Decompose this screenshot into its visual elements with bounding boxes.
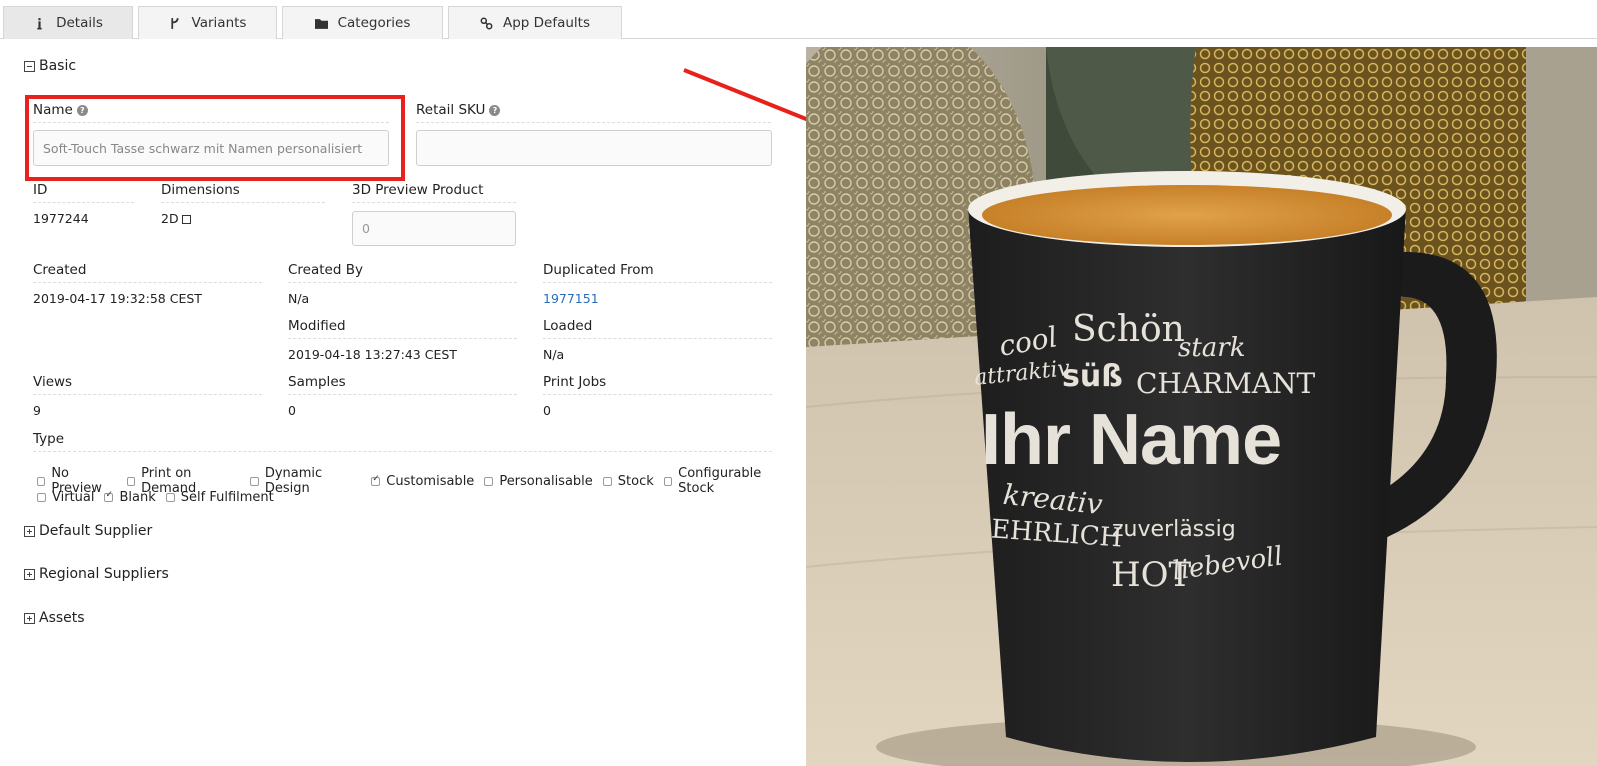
mug-print: cool Schön stark attraktiv süß CHARMANT … [806,47,1597,766]
mug-word: CHARMANT [1136,367,1316,400]
mug-word: Schön [1072,309,1185,350]
mug-word: cool [996,320,1060,363]
mug-word: kreativ [1001,477,1105,522]
product-image: cool Schön stark attraktiv süß CHARMANT … [806,47,1597,766]
mug-word: stark [1178,333,1246,363]
mug-word: zuverlässig [1112,517,1236,542]
mug-word: attraktiv [972,356,1072,391]
mug-word: Ihr Name [981,400,1282,480]
mug-word: liebevoll [1170,541,1285,587]
mug-word: süß [1062,359,1123,394]
mug-word: EHRLICH [990,514,1124,554]
